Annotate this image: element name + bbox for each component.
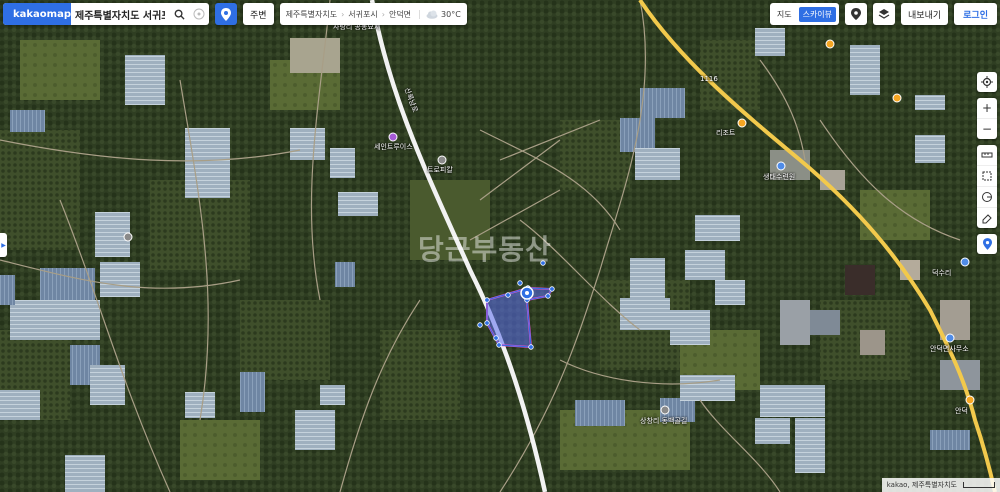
erase-icon xyxy=(982,214,992,224)
search-input[interactable] xyxy=(71,8,169,20)
erase-button[interactable] xyxy=(977,208,997,228)
place-label: 리조트 xyxy=(716,129,736,137)
weather-icon xyxy=(426,10,438,19)
map-controls: + − xyxy=(977,72,997,254)
search-box: kakaomap xyxy=(3,3,209,25)
radius-button[interactable] xyxy=(977,187,997,208)
layers-button[interactable] xyxy=(873,3,896,25)
location-button[interactable] xyxy=(215,3,237,25)
pin-control xyxy=(977,234,997,254)
pin-button[interactable] xyxy=(977,234,997,254)
place-label: 덕수리 xyxy=(932,269,952,277)
road-label: 1116 xyxy=(700,75,718,83)
top-right-tools: 지도 스카이뷰 내보내기 로그인 xyxy=(769,3,997,25)
place-label: 세인트루이스 xyxy=(374,143,413,151)
login-button[interactable]: 로그인 xyxy=(954,3,997,25)
copyright: kakao, 제주특별자치도 xyxy=(886,481,957,489)
breadcrumb-item[interactable]: 서귀포시 xyxy=(348,9,377,20)
radius-icon xyxy=(982,192,992,202)
map-type-skyview[interactable]: 스카이뷰 xyxy=(798,6,837,22)
chevron-right-icon: ▶ xyxy=(1,241,6,249)
watermark: 당근부동산 xyxy=(418,233,552,266)
nearby-button[interactable]: 주변 xyxy=(243,3,274,25)
distance-button[interactable] xyxy=(977,145,997,166)
place-label: 안덕면사무소 xyxy=(930,345,969,353)
chevron-right-icon: › xyxy=(341,9,345,19)
menu-button[interactable]: kakaomap xyxy=(3,3,71,25)
compass-icon xyxy=(193,8,205,20)
place-label: 트로피칼 xyxy=(427,166,453,174)
location-pin-icon xyxy=(851,8,862,20)
area-button[interactable] xyxy=(977,166,997,187)
distance-icon xyxy=(981,152,993,158)
scale-bar xyxy=(963,482,995,488)
share-button[interactable]: 내보내기 xyxy=(901,3,949,25)
zoom-out-icon: − xyxy=(981,122,993,136)
map-type-toggle: 지도 스카이뷰 xyxy=(769,3,840,25)
sidebar-toggle[interactable]: ▶ xyxy=(0,233,7,257)
measure-tools xyxy=(977,145,997,228)
area-icon xyxy=(982,171,992,181)
location-pin-icon xyxy=(221,7,231,21)
map-type-map[interactable]: 지도 xyxy=(773,7,796,22)
road-view-button[interactable] xyxy=(845,3,868,25)
location-pin-icon xyxy=(982,238,992,250)
my-location-button[interactable] xyxy=(977,72,997,92)
zoom-control: + − xyxy=(977,98,997,139)
my-location-icon xyxy=(981,76,993,88)
zoom-in-icon: + xyxy=(981,101,993,115)
map-footer: kakao, 제주특별자치도 xyxy=(881,478,1000,492)
zoom-out-button[interactable]: − xyxy=(977,119,997,139)
search-icon xyxy=(174,9,185,20)
breadcrumb-item[interactable]: 안덕면 xyxy=(389,9,411,20)
breadcrumb: 제주특별자치도 › 서귀포시 › 안덕면 30°C xyxy=(279,3,467,25)
zoom-in-button[interactable]: + xyxy=(977,98,997,119)
weather-temp: 30°C xyxy=(441,9,461,19)
place-label: 안덕 xyxy=(955,407,968,415)
search-button[interactable] xyxy=(169,3,189,25)
breadcrumb-item[interactable]: 제주특별자치도 xyxy=(286,9,338,20)
layers-icon xyxy=(878,9,890,19)
chevron-right-icon: › xyxy=(381,9,385,19)
top-toolbar: kakaomap 주변 제주특별자치도 › 서귀포시 › 안덕면 30°C xyxy=(3,3,467,25)
place-label: 생태수련원 xyxy=(763,173,796,181)
weather-widget[interactable]: 30°C xyxy=(419,9,461,19)
place-label: 상창리 동백골길 xyxy=(640,417,688,425)
route-button[interactable] xyxy=(189,3,209,25)
my-location-control xyxy=(977,72,997,92)
app-logo: kakaomap xyxy=(13,8,71,20)
